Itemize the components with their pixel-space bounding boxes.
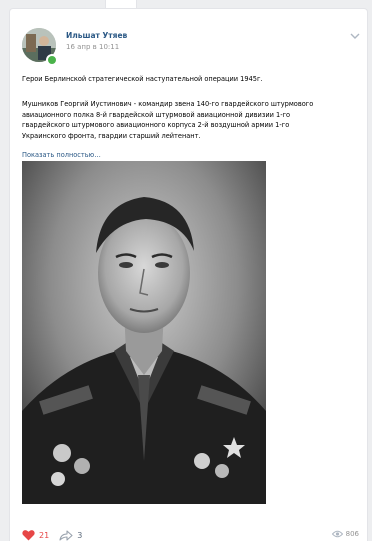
chevron-down-icon[interactable]: [349, 31, 361, 41]
show-more-link[interactable]: Показать полностью…: [22, 151, 101, 159]
eye-icon: [331, 530, 343, 538]
author-name[interactable]: Ильшат Утяев: [66, 31, 127, 40]
post-body-line: Украинского фронта, гвардии старший лейт…: [22, 131, 201, 140]
like-share-row: 21 3: [22, 528, 82, 541]
page: Ильшат Утяев 16 апр в 10:11 Герои Берлин…: [0, 0, 372, 541]
share-arrow-icon[interactable]: [59, 529, 73, 541]
post-title-line: Герои Берлинской стратегической наступат…: [22, 75, 263, 83]
post-body-line: авиационного полка 8-й гвардейской штурм…: [22, 110, 291, 119]
top-tab-edge: [105, 0, 137, 8]
views-counter: 806: [331, 530, 359, 538]
post-body: Мушников Георгий Иустинович - командир з…: [22, 99, 362, 141]
like-count[interactable]: 21: [39, 531, 49, 540]
post-date[interactable]: 16 апр в 10:11: [66, 43, 119, 51]
heart-icon[interactable]: [22, 529, 35, 541]
share-count[interactable]: 3: [77, 531, 82, 540]
post-body-line: гвардейского штурмового авиационного кор…: [22, 121, 290, 129]
views-count: 806: [345, 530, 359, 538]
post-body-line: Мушников Георгий Иустинович - командир з…: [22, 100, 314, 108]
post-photo[interactable]: [22, 161, 266, 504]
post-card: Ильшат Утяев 16 апр в 10:11 Герои Берлин…: [9, 8, 368, 541]
online-indicator: [46, 54, 58, 66]
